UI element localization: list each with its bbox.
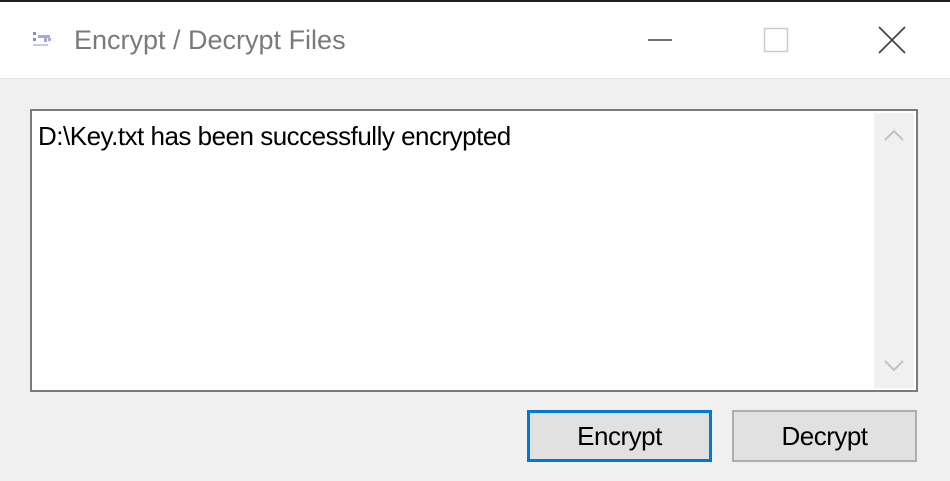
minimize-button[interactable] <box>602 2 718 78</box>
minimize-icon <box>648 39 672 41</box>
chevron-up-icon <box>884 129 904 141</box>
close-icon <box>878 26 906 54</box>
encrypt-decrypt-window: Encrypt / Decrypt Files D:\Key.txt has b… <box>0 0 950 481</box>
encrypt-button[interactable]: Encrypt <box>527 410 712 462</box>
vertical-scrollbar[interactable] <box>874 113 914 388</box>
maximize-button <box>718 2 834 78</box>
client-area-divider <box>0 78 950 79</box>
app-key-icon <box>30 28 54 52</box>
maximize-icon <box>763 27 789 53</box>
chevron-down-icon <box>884 360 904 372</box>
window-title: Encrypt / Decrypt Files <box>74 25 346 55</box>
output-text: D:\Key.txt has been successfully encrypt… <box>38 121 511 151</box>
scroll-down-button[interactable] <box>874 344 914 388</box>
scroll-up-button[interactable] <box>874 113 914 157</box>
title-bar[interactable]: Encrypt / Decrypt Files <box>0 2 950 78</box>
close-button[interactable] <box>834 2 950 78</box>
decrypt-button[interactable]: Decrypt <box>732 410 917 462</box>
output-textbox[interactable]: D:\Key.txt has been successfully encrypt… <box>30 109 918 392</box>
